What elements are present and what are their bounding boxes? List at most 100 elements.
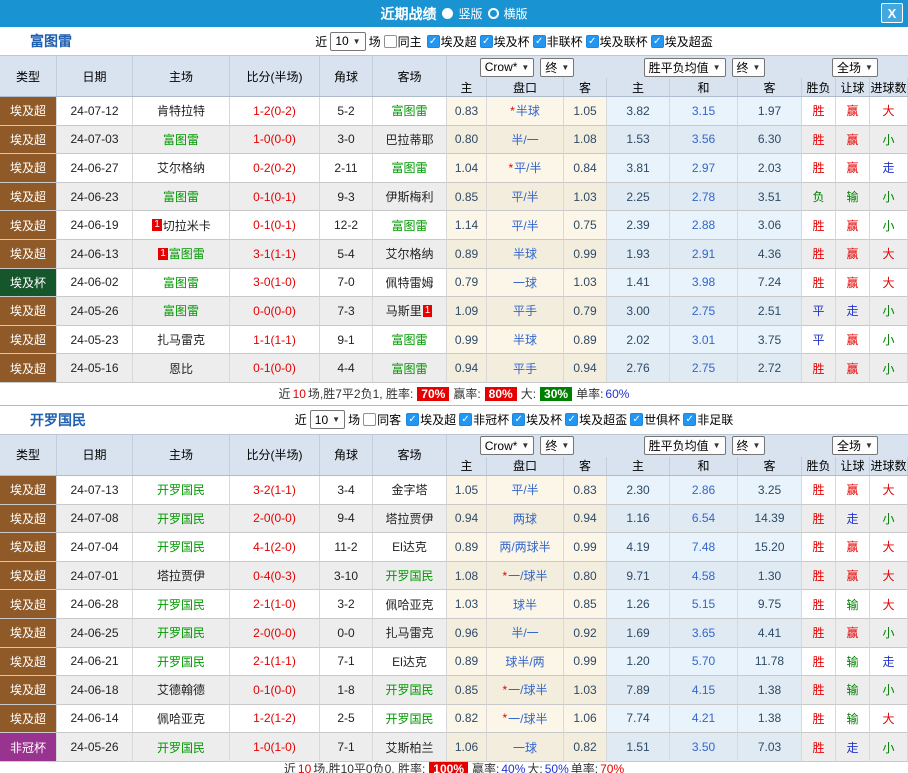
league-filter-checkbox[interactable]: ✓ 埃及杯 bbox=[479, 33, 530, 50]
summary-segment: 场,胜10平0负0, 胜率: bbox=[313, 761, 426, 773]
league-filter-checkbox[interactable]: ✓ 埃及杯 bbox=[512, 411, 562, 428]
match-count-select[interactable]: 10 ▼ bbox=[330, 31, 366, 51]
avg-draw-cell: 3.01 bbox=[670, 325, 738, 355]
odds-time-select[interactable]: 终 ▼ bbox=[540, 57, 575, 77]
handicap-cell: 半/一 bbox=[487, 618, 564, 648]
sub-header-avg-away: 客 bbox=[738, 456, 802, 475]
handicap-result-cell: 输 bbox=[836, 676, 870, 705]
checkbox-icon[interactable]: ✓ bbox=[426, 34, 440, 48]
checkbox-icon[interactable]: ✓ bbox=[406, 413, 420, 427]
result-cell: 平 bbox=[802, 297, 836, 326]
summary-segment: 10 bbox=[297, 761, 312, 773]
horizontal-layout-label[interactable]: 横版 bbox=[504, 5, 528, 22]
checkbox-icon[interactable]: ✓ bbox=[630, 413, 644, 427]
table-row: 埃及超 24-06-18 艾德翰德 0-1(0-0) 1-8 开罗国民 0.85 * 一/球半 1… bbox=[0, 676, 908, 705]
scope-select[interactable]: 全场 ▼ bbox=[832, 57, 878, 77]
avg-draw-cell: 4.21 bbox=[670, 704, 738, 734]
league-filter-checkbox[interactable]: ✓ 世俱杯 bbox=[630, 411, 680, 428]
avg-time-select[interactable]: 终 ▼ bbox=[731, 436, 766, 456]
away-odds-cell: 0.80 bbox=[564, 561, 607, 591]
away-odds-cell: 0.75 bbox=[564, 211, 607, 240]
avg-draw-cell: 3.50 bbox=[670, 733, 738, 762]
home-team-cell: 1 切拉米卡 bbox=[133, 211, 230, 240]
home-team-cell: 开罗国民 bbox=[133, 618, 230, 648]
checkbox-icon[interactable]: ✓ bbox=[650, 34, 664, 48]
column-header-home: 主场 bbox=[133, 434, 230, 475]
odds-time-select[interactable]: 终 ▼ bbox=[540, 436, 575, 456]
date-cell: 24-07-04 bbox=[57, 533, 133, 562]
team-name: 富图雷 bbox=[30, 33, 72, 49]
match-count-select[interactable]: 10 ▼ bbox=[309, 410, 346, 430]
handicap-cell: 平/半 bbox=[487, 475, 564, 505]
sub-header-away-odds: 客 bbox=[564, 456, 607, 475]
away-team-cell: 马斯里 1 bbox=[373, 297, 447, 326]
corners-cell: 7-0 bbox=[320, 268, 373, 298]
avg-away-cell: 7.03 bbox=[738, 733, 802, 762]
handicap-result-cell: 赢 bbox=[836, 354, 870, 383]
avg-away-cell: 9.75 bbox=[738, 590, 802, 619]
avg-select[interactable]: 胜平负均值 ▼ bbox=[643, 436, 726, 456]
league-filter-checkbox[interactable]: ✓ 埃及超 bbox=[406, 411, 456, 428]
corners-cell: 5-4 bbox=[320, 239, 373, 269]
league-cell: 埃及超 bbox=[0, 354, 57, 383]
handicap-result-cell: 走 bbox=[836, 504, 870, 534]
league-filter-checkbox[interactable]: ✓ 埃及联杯 bbox=[585, 33, 648, 50]
checkbox-icon[interactable]: ✓ bbox=[532, 34, 546, 48]
goals-cell: 大 bbox=[870, 704, 908, 734]
league-filter-checkbox[interactable]: ✓ 非联杯 bbox=[532, 33, 583, 50]
summary-segment: 大: bbox=[527, 761, 543, 773]
home-odds-cell: 0.85 bbox=[447, 676, 487, 705]
league-filter-checkbox[interactable]: ✓ 非冠杯 bbox=[459, 411, 509, 428]
checkbox-icon[interactable]: ✓ bbox=[565, 413, 579, 427]
league-cell: 埃及超 bbox=[0, 182, 57, 212]
same-venue-checkbox[interactable]: 同主 bbox=[383, 33, 422, 50]
horizontal-layout-radio[interactable] bbox=[487, 8, 499, 19]
league-filter-checkbox[interactable]: ✓ 埃及超盃 bbox=[565, 411, 627, 428]
goals-cell: 小 bbox=[870, 504, 908, 534]
away-odds-cell: 1.05 bbox=[564, 97, 607, 126]
goals-cell: 大 bbox=[870, 561, 908, 591]
home-team-cell: 开罗国民 bbox=[133, 504, 230, 534]
same-venue-checkbox[interactable]: 同客 bbox=[363, 411, 401, 428]
league-cell: 埃及超 bbox=[0, 561, 57, 591]
avg-draw-cell: 2.75 bbox=[670, 354, 738, 383]
away-team-cell: 开罗国民 bbox=[373, 561, 447, 591]
avg-draw-cell: 3.15 bbox=[670, 97, 738, 126]
odds-company-select[interactable]: Crow* ▼ bbox=[479, 57, 535, 77]
vertical-layout-label[interactable]: 竖版 bbox=[458, 5, 482, 22]
odds-company-select[interactable]: Crow* ▼ bbox=[479, 436, 535, 456]
avg-draw-cell: 2.78 bbox=[670, 182, 738, 212]
checkbox-icon[interactable]: ✓ bbox=[683, 413, 697, 427]
summary-segment: 大: bbox=[520, 387, 537, 402]
checkbox-icon[interactable]: ✓ bbox=[585, 34, 599, 48]
goals-cell: 小 bbox=[870, 211, 908, 240]
avg-time-select[interactable]: 终 ▼ bbox=[731, 57, 766, 77]
league-filter-checkbox[interactable]: ✓ 埃及超盃 bbox=[650, 33, 713, 50]
checkbox-icon[interactable]: ✓ bbox=[459, 413, 473, 427]
home-odds-cell: 0.94 bbox=[447, 354, 487, 383]
table-row: 埃及超 24-06-28 开罗国民 2-1(1-0) 3-2 佩哈亚克 1.03 球半 0.85… bbox=[0, 590, 908, 619]
handicap-cell: 半/一 bbox=[487, 125, 564, 155]
avg-draw-cell: 3.56 bbox=[670, 125, 738, 155]
handicap-result-cell: 赢 bbox=[836, 97, 870, 126]
checkbox-icon[interactable] bbox=[363, 413, 377, 427]
home-odds-cell: 0.85 bbox=[447, 182, 487, 212]
league-filter-checkbox[interactable]: ✓ 埃及超 bbox=[426, 33, 477, 50]
score-cell: 0-4(0-3) bbox=[230, 561, 320, 591]
handicap-result-cell: 赢 bbox=[836, 618, 870, 648]
vertical-layout-radio[interactable] bbox=[442, 8, 454, 19]
checkbox-icon[interactable] bbox=[383, 34, 397, 48]
league-cell: 埃及杯 bbox=[0, 268, 57, 298]
handicap-cell: 平/半 bbox=[487, 211, 564, 240]
score-cell: 3-1(1-1) bbox=[230, 239, 320, 269]
goals-cell: 大 bbox=[870, 239, 908, 269]
checkbox-icon[interactable]: ✓ bbox=[512, 413, 526, 427]
close-button[interactable]: X bbox=[881, 3, 903, 23]
league-filter-checkbox[interactable]: ✓ 非足联 bbox=[683, 411, 733, 428]
avg-select[interactable]: 胜平负均值 ▼ bbox=[643, 57, 726, 77]
avg-draw-cell: 5.70 bbox=[670, 647, 738, 677]
checkbox-icon[interactable]: ✓ bbox=[479, 34, 493, 48]
scope-select[interactable]: 全场 ▼ bbox=[832, 436, 878, 456]
avg-draw-cell: 4.15 bbox=[670, 676, 738, 705]
window-title: 近期战绩 bbox=[380, 5, 437, 22]
